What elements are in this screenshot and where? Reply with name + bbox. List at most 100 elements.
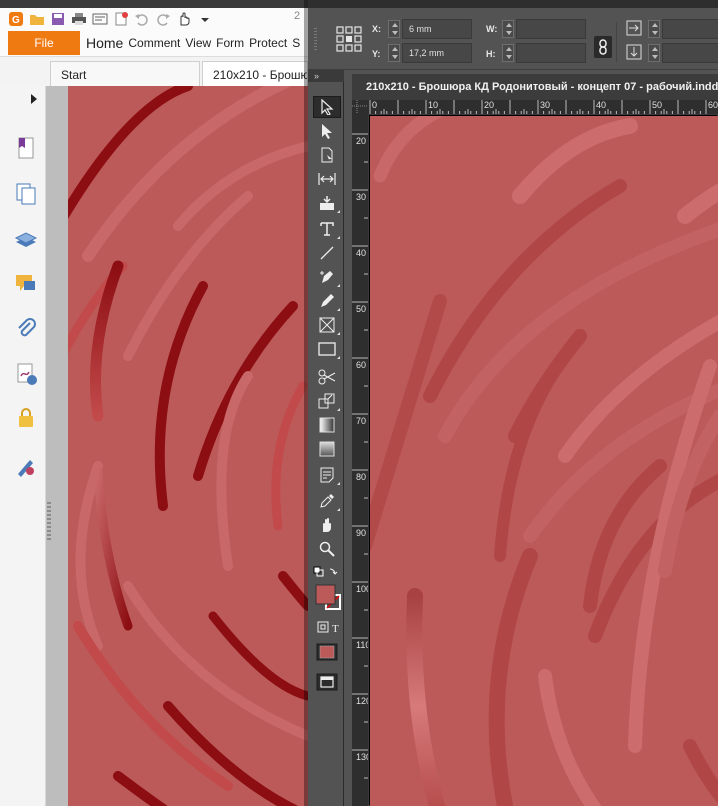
y-label: Y: (372, 49, 381, 59)
eyedropper-icon (320, 494, 334, 508)
vertical-ruler[interactable]: 20 30 40 50 60 70 80 90 100 110 120 130 (352, 114, 368, 806)
h-stepper[interactable] (502, 44, 514, 62)
security-lock-icon[interactable] (14, 406, 38, 430)
tab-form[interactable]: Form (216, 36, 244, 50)
foxit-ribbon-tabs: File Home Comment View Form Protect S (0, 30, 308, 56)
layers-icon[interactable] (14, 228, 38, 252)
default-colors-swap-icon[interactable] (313, 566, 341, 580)
control-panel-grip[interactable] (314, 28, 317, 52)
scale-y-stepper[interactable] (648, 44, 660, 62)
w-stepper[interactable] (502, 20, 514, 38)
scale-x-stepper[interactable] (648, 20, 660, 38)
expand-arrow-icon[interactable] (31, 94, 37, 104)
tab-brochure-pdf[interactable]: 210x210 - Брошю (202, 61, 308, 87)
ruler-v-label: 110 (356, 640, 368, 650)
scale-x-field[interactable] (662, 19, 718, 39)
bookmark-icon[interactable] (14, 136, 38, 160)
width-field[interactable] (516, 19, 586, 39)
y-stepper[interactable] (388, 44, 400, 62)
screen-mode-icon (316, 673, 338, 691)
foxit-title-strip (0, 0, 308, 8)
open-folder-icon[interactable] (29, 11, 45, 27)
ruler-origin[interactable] (352, 100, 368, 114)
tool-flyout-indicator (337, 284, 340, 287)
direct-selection-tool[interactable] (313, 120, 341, 142)
height-field[interactable] (516, 43, 586, 63)
tool-flyout-indicator (337, 308, 340, 311)
collapse-panel-icon[interactable]: » (314, 71, 319, 81)
foxit-page-gutter (46, 86, 68, 806)
fill-stroke-icon (315, 584, 341, 610)
gradient-swatch-tool[interactable] (313, 414, 341, 436)
free-transform-tool[interactable] (313, 390, 341, 412)
certify-icon[interactable] (14, 454, 38, 478)
undo-icon[interactable] (134, 11, 150, 27)
pen-tool[interactable] (313, 266, 341, 288)
foxit-document-tabs: Start 210x210 - Брошю (0, 56, 308, 87)
page-tool[interactable] (313, 144, 341, 166)
ruler-h-label: 50 (652, 100, 663, 110)
y-field[interactable]: 17,2 mm (402, 43, 472, 63)
zoom-tool[interactable] (313, 538, 341, 560)
gradient-swatch-icon (319, 417, 335, 433)
tools-panel-header[interactable]: » (308, 70, 344, 82)
horizontal-ruler[interactable]: 0 10 20 30 40 50 60 (368, 100, 718, 114)
foxit-quick-access-toolbar: G (0, 8, 308, 30)
pencil-tool[interactable] (313, 290, 341, 312)
print-icon[interactable] (71, 11, 87, 27)
scissors-tool[interactable] (313, 366, 341, 388)
signature-panel-icon[interactable] (14, 362, 38, 386)
tool-flyout-indicator (337, 482, 340, 485)
attachments-icon[interactable] (14, 318, 38, 342)
x-field[interactable]: 6 mm (402, 19, 472, 39)
tab-view[interactable]: View (185, 36, 211, 50)
rectangle-tool-icon (318, 342, 336, 356)
file-menu-button[interactable]: File (8, 31, 80, 55)
ruler-h-label: 20 (484, 100, 495, 110)
content-collector-tool[interactable] (313, 192, 341, 214)
rectangle-tool[interactable] (313, 338, 341, 360)
ruler-v-label: 60 (356, 360, 367, 370)
note-tool[interactable] (313, 464, 341, 486)
screen-mode-button[interactable] (313, 670, 341, 694)
note-icon (320, 467, 334, 483)
indesign-page-canvas[interactable] (370, 116, 718, 806)
rectangle-frame-tool[interactable] (313, 314, 341, 336)
x-stepper[interactable] (388, 20, 400, 38)
apply-color-icon (316, 643, 338, 661)
type-tool[interactable] (313, 218, 341, 240)
tab-comment[interactable]: Comment (128, 36, 180, 50)
eyedropper-tool[interactable] (313, 490, 341, 512)
comments-icon[interactable] (14, 272, 38, 296)
sidebar-resize-grip[interactable] (47, 502, 51, 542)
fill-stroke-swatches[interactable] (315, 584, 343, 612)
scale-y-field[interactable] (662, 43, 718, 63)
customize-dropdown-icon[interactable] (197, 11, 213, 27)
ruler-v-label: 40 (356, 248, 367, 258)
hand-tool[interactable] (313, 514, 341, 536)
tab-share[interactable]: S (292, 36, 300, 50)
redo-icon[interactable] (155, 11, 171, 27)
chain-link-icon (599, 39, 607, 55)
reference-point-icon[interactable] (336, 26, 362, 52)
tab-protect[interactable]: Protect (249, 36, 287, 50)
pencil-tool-icon (321, 294, 334, 307)
document-tab[interactable]: 210x210 - Брошюра КД Родонитовый - конце… (352, 74, 718, 100)
formatting-container-text-icons[interactable]: T (316, 620, 344, 634)
tab-start[interactable]: Start (50, 61, 200, 87)
type-tool-icon (320, 222, 334, 236)
save-icon[interactable] (50, 11, 66, 27)
gap-tool[interactable] (313, 168, 341, 190)
tool-flyout-indicator (337, 356, 340, 359)
constrain-proportions-button[interactable] (594, 36, 612, 58)
apply-color-button[interactable] (313, 640, 341, 664)
tab-home[interactable]: Home (86, 35, 123, 51)
gradient-feather-tool[interactable] (313, 438, 341, 460)
hand-tool-icon[interactable] (176, 11, 192, 27)
properties-icon[interactable] (92, 11, 108, 27)
page-thumbnails-icon[interactable] (14, 182, 38, 206)
line-tool-icon (320, 246, 334, 260)
new-page-icon[interactable] (113, 11, 129, 27)
line-tool[interactable] (313, 242, 341, 264)
selection-tool[interactable] (313, 96, 341, 118)
